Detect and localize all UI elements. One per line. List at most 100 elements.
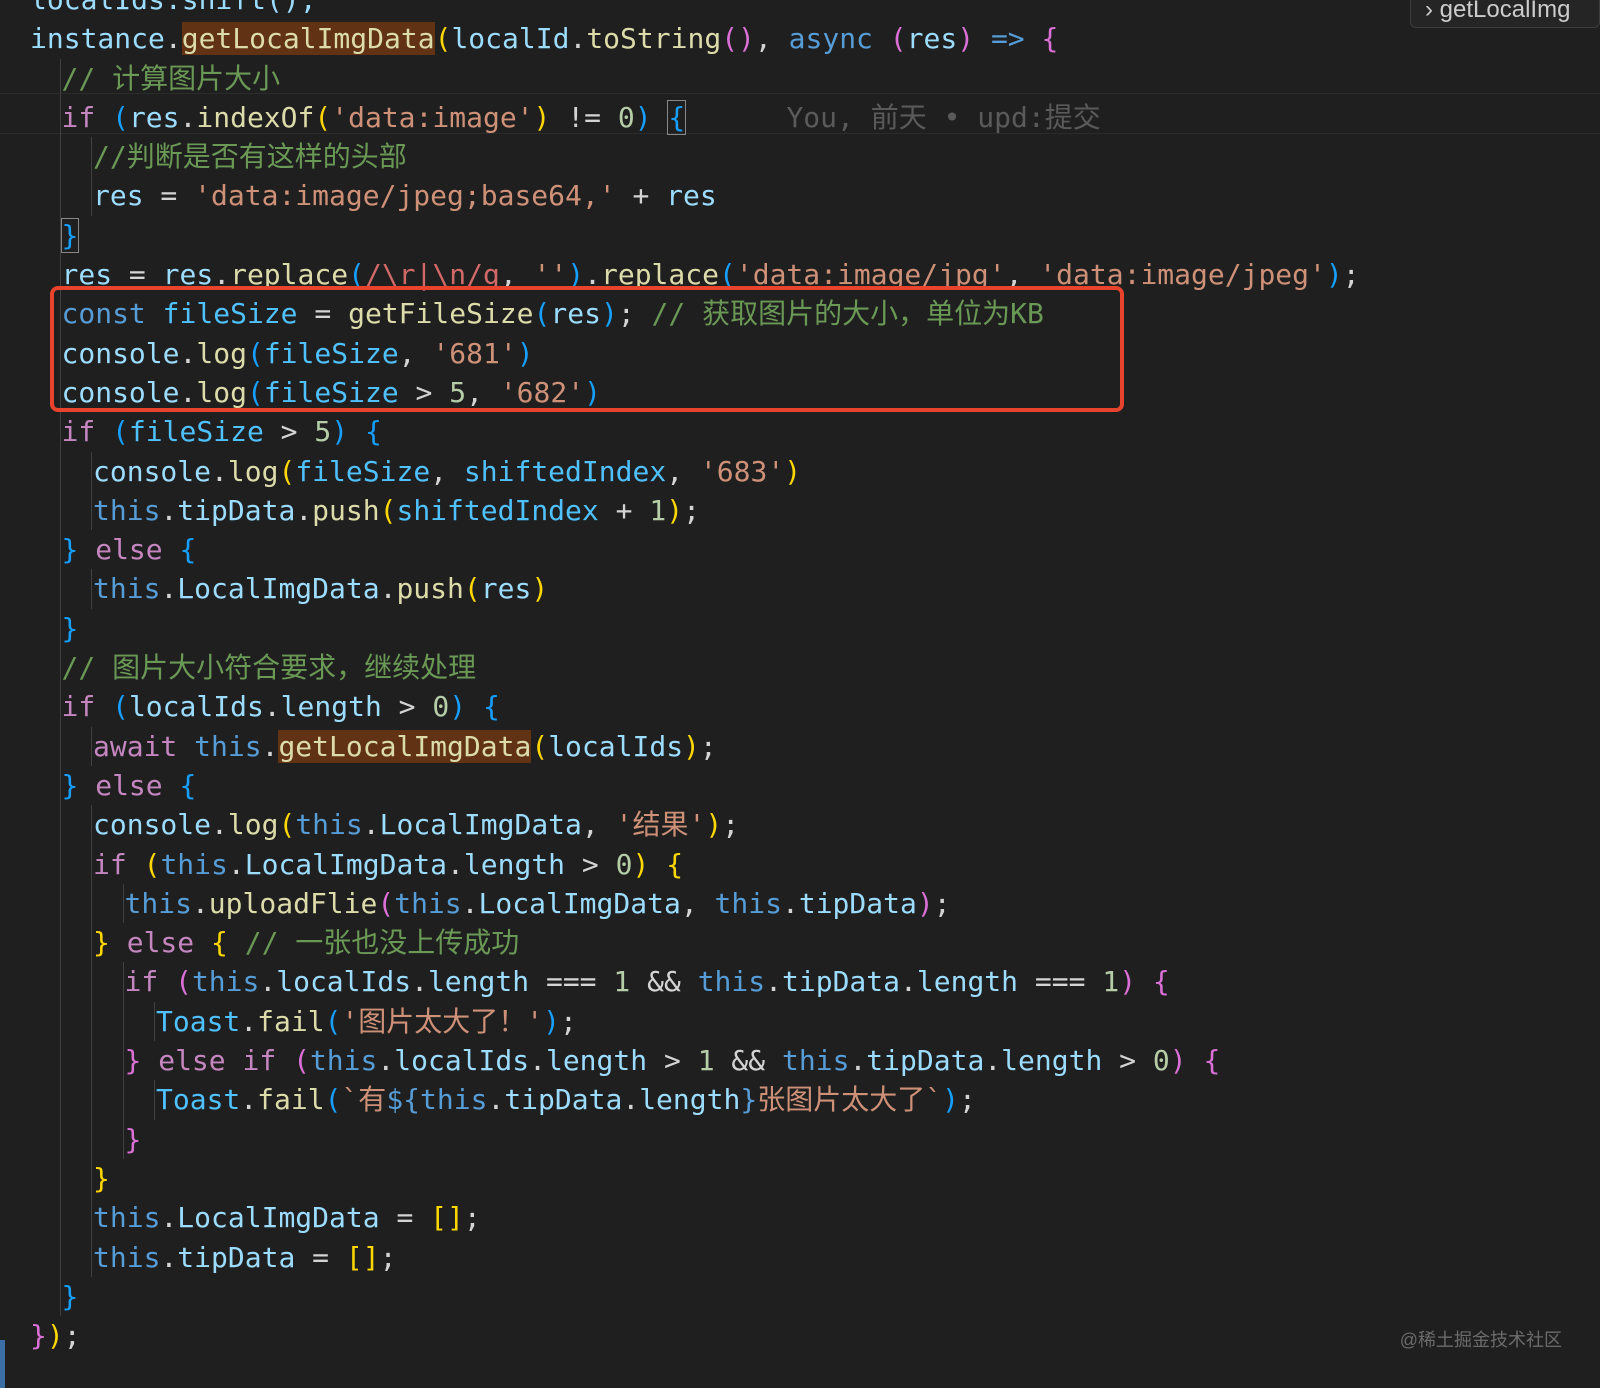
- code-token: }: [93, 926, 110, 960]
- code-token: .: [160, 493, 178, 527]
- code-line[interactable]: Toast.fail('图片太大了！');: [30, 1001, 1360, 1042]
- code-line[interactable]: if (this.localIds.length === 1 && this.t…: [30, 962, 1360, 1002]
- code-line[interactable]: instance.getLocalImgData(localId.toStrin…: [30, 19, 1360, 58]
- code-line[interactable]: }: [30, 1119, 1360, 1159]
- indent-guide: [91, 490, 92, 531]
- code-line[interactable]: this.LocalImgData = [];: [30, 1198, 1360, 1238]
- code-token: ${: [386, 1083, 421, 1117]
- indent-guide: [59, 97, 61, 138]
- code-line-content: } else {: [62, 769, 197, 802]
- code-line-content: console.log(this.LocalImgData, '结果');: [93, 808, 739, 841]
- code-line[interactable]: this.tipData.push(shiftedIndex + 1);: [30, 490, 1360, 531]
- code-line[interactable]: }: [30, 1158, 1360, 1199]
- indent-guide: [91, 1001, 92, 1042]
- code-token: ;: [933, 886, 951, 920]
- code-line[interactable]: }: [30, 1276, 1360, 1317]
- code-line[interactable]: if (localIds.length > 0) {: [30, 687, 1360, 727]
- code-token: >: [263, 415, 315, 449]
- code-token: res: [906, 22, 958, 56]
- code-line[interactable]: } else { // 一张也没上传成功: [30, 923, 1360, 963]
- code-line[interactable]: //判断是否有这样的头部: [30, 137, 1360, 177]
- code-token: tipData: [504, 1083, 623, 1117]
- code-token: .: [379, 572, 397, 606]
- indent-guide: [59, 765, 61, 806]
- code-line[interactable]: if (fileSize > 5) {: [30, 412, 1360, 452]
- code-line[interactable]: this.LocalImgData.push(res): [30, 569, 1360, 609]
- code-token: ,: [430, 454, 464, 488]
- code-token: .: [447, 847, 464, 881]
- code-token: // 图片大小符合要求，继续处理: [61, 651, 477, 685]
- code-token: (: [112, 100, 129, 134]
- code-token: {: [179, 533, 197, 567]
- indent-guide: [59, 1080, 61, 1120]
- code-token: }: [124, 1122, 142, 1156]
- code-token: .: [529, 1044, 546, 1078]
- code-editor[interactable]: localIds.shift();instance.getLocalImgDat…: [0, 0, 1600, 1388]
- sticky-scroll-breadcrumb[interactable]: › getLocalImg: [1410, 0, 1600, 28]
- code-line-content: }: [93, 1162, 110, 1195]
- indent-guide: [122, 883, 124, 924]
- code-line[interactable]: if (this.LocalImgData.length > 0) {: [30, 844, 1360, 884]
- code-token: ): [46, 1319, 64, 1353]
- code-token: .: [362, 808, 380, 842]
- code-line[interactable]: console.log(this.LocalImgData, '结果');: [30, 805, 1360, 845]
- code-token: log: [227, 454, 279, 488]
- code-line[interactable]: } else if (this.localIds.length > 1 && t…: [30, 1041, 1360, 1081]
- code-token: ): [784, 454, 802, 488]
- code-line-content: if (localIds.length > 0) {: [62, 690, 500, 723]
- code-token: (: [377, 886, 395, 920]
- code-token: .: [160, 1240, 178, 1274]
- indent-guide: [59, 176, 61, 216]
- code-line[interactable]: } else {: [30, 530, 1360, 570]
- code-line-content: // 计算图片大小: [62, 62, 281, 95]
- code-token: ): [705, 808, 723, 842]
- code-token: ): [666, 493, 684, 527]
- code-token: .: [227, 847, 245, 881]
- code-line[interactable]: if (res.indexOf('data:image') != 0) { Yo…: [30, 97, 1360, 138]
- code-token: indexOf: [196, 100, 315, 134]
- code-token: >: [565, 847, 616, 881]
- code-token: (: [314, 100, 332, 134]
- code-line[interactable]: res = 'data:image/jpeg;base64,' + res: [30, 176, 1360, 216]
- code-line[interactable]: }: [30, 608, 1360, 649]
- code-token: tipData: [798, 886, 917, 920]
- code-token: &&: [630, 965, 698, 999]
- code-line[interactable]: localIds.shift();: [30, 0, 1360, 19]
- indent-guide: [91, 569, 92, 609]
- code-token: 0: [617, 100, 635, 134]
- code-token: 1: [613, 965, 631, 999]
- code-line[interactable]: // 计算图片大小: [30, 58, 1360, 98]
- indent-guide: [59, 1001, 61, 1042]
- code-token: localId: [451, 22, 570, 56]
- code-token: >: [647, 1044, 698, 1078]
- indent-guide: [154, 1001, 155, 1042]
- indent-guide: [122, 962, 124, 1002]
- code-line[interactable]: } else {: [30, 765, 1360, 806]
- code-token: length: [545, 1044, 648, 1078]
- code-token: localIds: [394, 1044, 530, 1078]
- indent-guide: [91, 137, 92, 177]
- code-line[interactable]: // 图片大小符合要求，继续处理: [30, 648, 1360, 688]
- code-token: }: [124, 1044, 142, 1078]
- code-token: .: [160, 1201, 178, 1235]
- code-token: }: [30, 1319, 47, 1353]
- code-lines[interactable]: localIds.shift();instance.getLocalImgDat…: [30, 0, 1360, 1355]
- code-token: .: [240, 1083, 258, 1117]
- code-line[interactable]: this.uploadFlie(this.LocalImgData, this.…: [30, 883, 1360, 924]
- code-line[interactable]: await this.getLocalImgData(localIds);: [30, 726, 1360, 766]
- code-token: }: [61, 1279, 79, 1313]
- code-line-content: if (this.LocalImgData.length > 0) {: [93, 848, 683, 881]
- code-token: (: [463, 572, 481, 606]
- code-line[interactable]: Toast.fail(`有${this.tipData.length}张图片太大…: [30, 1080, 1360, 1120]
- indent-guide: [91, 1080, 92, 1120]
- code-token: =: [295, 1240, 346, 1274]
- code-line[interactable]: console.log(fileSize, shiftedIndex, '683…: [30, 451, 1360, 491]
- code-line[interactable]: }: [30, 215, 1360, 256]
- code-line[interactable]: this.tipData = [];: [30, 1237, 1360, 1277]
- code-line[interactable]: });: [30, 1316, 1360, 1355]
- code-token: .: [240, 1004, 258, 1038]
